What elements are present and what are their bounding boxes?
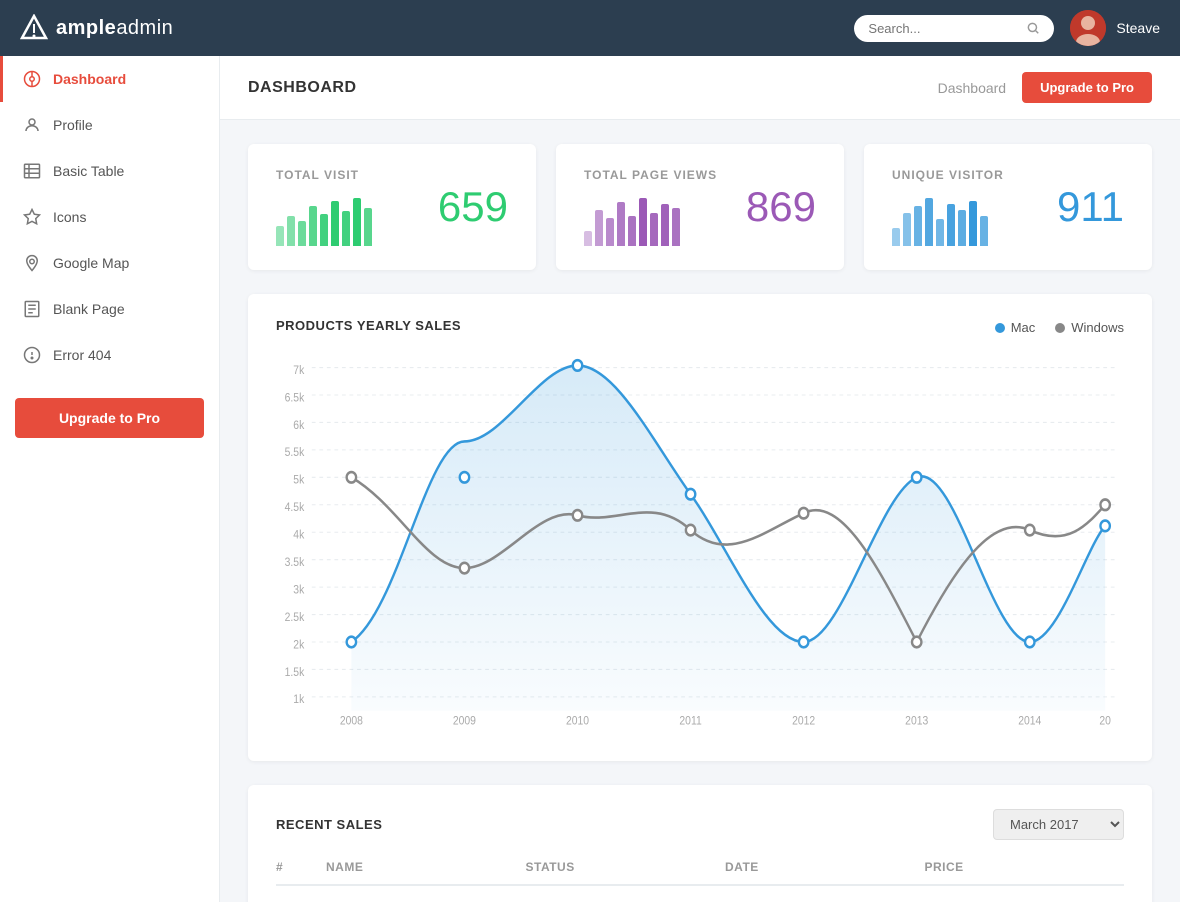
page-header-right: Dashboard Upgrade to Pro bbox=[938, 72, 1152, 103]
svg-text:2010: 2010 bbox=[566, 715, 589, 728]
sidebar-item-error-404[interactable]: Error 404 bbox=[0, 332, 219, 378]
search-icon bbox=[1026, 21, 1040, 35]
legend-dot-mac bbox=[995, 323, 1005, 333]
svg-text:1.5k: 1.5k bbox=[285, 666, 305, 679]
search-input[interactable] bbox=[868, 21, 1018, 36]
chart-legend: Mac Windows bbox=[995, 320, 1124, 335]
svg-text:6.5k: 6.5k bbox=[285, 392, 305, 405]
page-header: DASHBOARD Dashboard Upgrade to Pro bbox=[220, 56, 1180, 120]
sidebar-label-blank-page: Blank Page bbox=[53, 301, 125, 317]
table-col-name: NAME bbox=[326, 860, 526, 874]
svg-text:2k: 2k bbox=[293, 639, 304, 652]
chart-section: PRODUCTS YEARLY SALES Mac Windows 7k bbox=[248, 294, 1152, 761]
sidebar-label-icons: Icons bbox=[53, 209, 86, 225]
map-icon bbox=[23, 254, 41, 272]
svg-text:2011: 2011 bbox=[679, 715, 701, 728]
month-select[interactable]: March 2017 April 2017 May 2017 bbox=[993, 809, 1124, 840]
layout: Dashboard Profile Basic Table Icons bbox=[0, 56, 1180, 902]
svg-text:2009: 2009 bbox=[453, 715, 476, 728]
recent-sales-header: RECENT SALES March 2017 April 2017 May 2… bbox=[276, 809, 1124, 840]
table-col-price: PRICE bbox=[925, 860, 1125, 874]
svg-text:2012: 2012 bbox=[792, 715, 815, 728]
svg-text:6k: 6k bbox=[293, 419, 304, 432]
logo: ampleadmin bbox=[20, 14, 173, 42]
svg-text:2008: 2008 bbox=[340, 715, 363, 728]
legend-label-mac: Mac bbox=[1011, 320, 1036, 335]
sidebar-item-dashboard[interactable]: Dashboard bbox=[0, 56, 219, 102]
dashboard-icon bbox=[23, 70, 41, 88]
breadcrumb: Dashboard bbox=[938, 80, 1007, 96]
avatar bbox=[1070, 10, 1106, 46]
sidebar-item-basic-table[interactable]: Basic Table bbox=[0, 148, 219, 194]
table-icon bbox=[23, 162, 41, 180]
stats-row: TOTAL VISIT 659 bbox=[220, 120, 1180, 270]
sidebar-upgrade-button[interactable]: Upgrade to Pro bbox=[15, 398, 204, 438]
main-content: DASHBOARD Dashboard Upgrade to Pro TOTAL… bbox=[220, 56, 1180, 902]
legend-mac: Mac bbox=[995, 320, 1036, 335]
stat-value-total-page-views: 869 bbox=[746, 183, 816, 231]
sidebar-item-icons[interactable]: Icons bbox=[0, 194, 219, 240]
chart-title: PRODUCTS YEARLY SALES bbox=[276, 318, 461, 333]
topnav: ampleadmin Steave bbox=[0, 0, 1180, 56]
svg-text:1k: 1k bbox=[293, 694, 304, 707]
search-box[interactable] bbox=[854, 15, 1054, 42]
svg-text:3k: 3k bbox=[293, 584, 304, 597]
topnav-right: Steave bbox=[854, 10, 1160, 46]
sidebar-label-basic-table: Basic Table bbox=[53, 163, 124, 179]
sidebar-item-profile[interactable]: Profile bbox=[0, 102, 219, 148]
icons-icon bbox=[23, 208, 41, 226]
stat-card-total-page-views: TOTAL PAGE VIEWS 869 bbox=[556, 144, 844, 270]
svg-text:3.5k: 3.5k bbox=[285, 557, 305, 570]
unique-visitor-bars bbox=[892, 198, 1004, 246]
sidebar-item-google-map[interactable]: Google Map bbox=[0, 240, 219, 286]
svg-text:2014: 2014 bbox=[1018, 715, 1041, 728]
svg-text:5.5k: 5.5k bbox=[285, 447, 305, 460]
svg-text:5k: 5k bbox=[293, 474, 304, 487]
legend-windows: Windows bbox=[1055, 320, 1124, 335]
table-col-date: DATE bbox=[725, 860, 925, 874]
legend-label-windows: Windows bbox=[1071, 320, 1124, 335]
stat-value-unique-visitor: 911 bbox=[1057, 183, 1124, 231]
blank-page-icon bbox=[23, 300, 41, 318]
recent-sales-title: RECENT SALES bbox=[276, 817, 382, 832]
legend-dot-windows bbox=[1055, 323, 1065, 333]
svg-text:7k: 7k bbox=[293, 364, 304, 377]
logo-icon bbox=[20, 14, 48, 42]
total-visit-bars bbox=[276, 198, 372, 246]
profile-icon bbox=[23, 116, 41, 134]
chart-container: 7k 6.5k 6k 5.5k 5k 4.5k 4k 3.5k 3k 2.5k … bbox=[276, 357, 1124, 737]
sidebar-item-blank-page[interactable]: Blank Page bbox=[0, 286, 219, 332]
upgrade-to-pro-button[interactable]: Upgrade to Pro bbox=[1022, 72, 1152, 103]
svg-text:4.5k: 4.5k bbox=[285, 502, 305, 515]
table-header: # NAME STATUS DATE PRICE bbox=[276, 860, 1124, 886]
sidebar-label-dashboard: Dashboard bbox=[53, 71, 126, 87]
user-area[interactable]: Steave bbox=[1070, 10, 1160, 46]
stat-card-total-visit: TOTAL VISIT 659 bbox=[248, 144, 536, 270]
table-col-status: STATUS bbox=[526, 860, 726, 874]
svg-text:2013: 2013 bbox=[905, 715, 928, 728]
error-icon bbox=[23, 346, 41, 364]
chart-svg: 7k 6.5k 6k 5.5k 5k 4.5k 4k 3.5k 3k 2.5k … bbox=[276, 357, 1124, 737]
stat-label-total-visit: TOTAL VISIT bbox=[276, 168, 372, 182]
stat-value-total-visit: 659 bbox=[438, 183, 508, 231]
recent-sales-section: RECENT SALES March 2017 April 2017 May 2… bbox=[248, 785, 1152, 902]
sidebar-label-profile: Profile bbox=[53, 117, 93, 133]
sidebar-label-error-404: Error 404 bbox=[53, 347, 111, 363]
stat-label-total-page-views: TOTAL PAGE VIEWS bbox=[584, 168, 717, 182]
user-name: Steave bbox=[1116, 20, 1160, 36]
svg-text:2.5k: 2.5k bbox=[285, 611, 305, 624]
svg-text:4k: 4k bbox=[293, 529, 304, 542]
sidebar: Dashboard Profile Basic Table Icons bbox=[0, 56, 220, 902]
page-title: DASHBOARD bbox=[248, 79, 357, 97]
table-col-number: # bbox=[276, 860, 326, 874]
svg-text:20: 20 bbox=[1099, 715, 1111, 728]
total-page-views-bars bbox=[584, 198, 717, 246]
stat-card-unique-visitor: UNIQUE VISITOR 911 bbox=[864, 144, 1152, 270]
stat-label-unique-visitor: UNIQUE VISITOR bbox=[892, 168, 1004, 182]
sidebar-label-google-map: Google Map bbox=[53, 255, 129, 271]
logo-text: ampleadmin bbox=[56, 17, 173, 40]
